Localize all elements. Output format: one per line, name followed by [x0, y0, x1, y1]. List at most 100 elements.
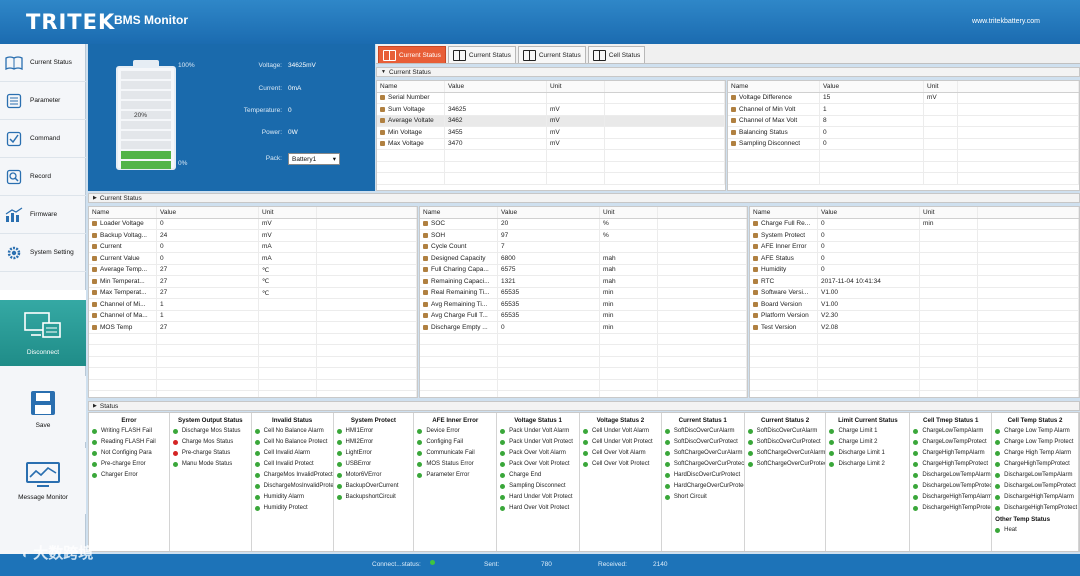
- tab-current-status-1[interactable]: Current Status: [378, 46, 446, 63]
- table-row[interactable]: MOS Temp 27: [89, 322, 417, 334]
- table-row[interactable]: Test Version V2.08: [750, 322, 1079, 334]
- table-row[interactable]: Serial Number: [377, 92, 725, 104]
- column-header[interactable]: Value: [820, 81, 924, 92]
- table-row[interactable]: RTC 2017-11-04 10:41:34: [750, 276, 1079, 288]
- column-header[interactable]: Value: [445, 81, 547, 92]
- table-row[interactable]: Full Charing Capa... 6575 mah: [420, 264, 747, 276]
- column-header[interactable]: Unit: [600, 207, 658, 218]
- sidebar-item-record[interactable]: Record: [0, 158, 86, 196]
- table-row[interactable]: System Protect 0: [750, 230, 1079, 242]
- column-header[interactable]: Name: [89, 207, 157, 218]
- table-row[interactable]: [89, 356, 417, 368]
- sidebar-item-system-setting[interactable]: System Setting: [0, 234, 86, 272]
- pack-select[interactable]: Battery1 ▾: [288, 153, 340, 165]
- column-header[interactable]: Unit: [924, 81, 958, 92]
- table-row[interactable]: Min Voltage 3455 mV: [377, 127, 725, 139]
- section-header-status[interactable]: ▶ Status: [88, 401, 1080, 411]
- table-row[interactable]: [89, 391, 417, 397]
- table-row[interactable]: [750, 379, 1079, 391]
- table-row[interactable]: Current Value 0 mA: [89, 253, 417, 265]
- sidebar-item-parameter[interactable]: Parameter: [0, 82, 86, 120]
- table-row[interactable]: SOC 20%: [420, 218, 747, 230]
- column-header[interactable]: Name: [377, 81, 445, 92]
- table-row[interactable]: Average Temp... 27 ℃: [89, 264, 417, 276]
- table-row[interactable]: Sum Voltage 34625 mV: [377, 104, 725, 116]
- table-row[interactable]: Max Temperat... 27 ℃: [89, 287, 417, 299]
- table-row[interactable]: Channel of Max Volt 8: [728, 115, 1079, 127]
- table-row[interactable]: [377, 161, 725, 173]
- table-row[interactable]: [728, 161, 1079, 173]
- disconnect-button[interactable]: Disconnect: [0, 300, 86, 366]
- table-row[interactable]: Loader Voltage 0 mV: [89, 218, 417, 230]
- column-header[interactable]: Value: [498, 207, 600, 218]
- table-row[interactable]: Max Voltage 3470 mV: [377, 138, 725, 150]
- table-row[interactable]: [420, 368, 747, 380]
- section-header-current-status-top[interactable]: ▼ Current Status: [376, 67, 1080, 77]
- table-row[interactable]: Avg Remaining Ti... 65535 min: [420, 299, 747, 311]
- table-row[interactable]: [377, 173, 725, 185]
- sidebar-item-firmware[interactable]: Firmware: [0, 196, 86, 234]
- table-row[interactable]: Charge Full Re... 0 min: [750, 218, 1079, 230]
- table-row[interactable]: AFE Status 0: [750, 253, 1079, 265]
- table-row[interactable]: Channel of Min Volt 1: [728, 104, 1079, 116]
- message-monitor-button[interactable]: Message Monitor: [0, 448, 86, 514]
- table-row[interactable]: Platform Version V2.30: [750, 310, 1079, 322]
- table-row[interactable]: [89, 379, 417, 391]
- table-row[interactable]: [377, 150, 725, 162]
- table-row[interactable]: Board Version V1.00: [750, 299, 1079, 311]
- table-row[interactable]: [420, 391, 747, 397]
- table-row[interactable]: [420, 356, 747, 368]
- table-row[interactable]: [750, 345, 1079, 357]
- table-row[interactable]: Discharge Empty ... 0 min: [420, 322, 747, 334]
- table-row[interactable]: [89, 333, 417, 345]
- table-row[interactable]: [728, 173, 1079, 185]
- sidebar-item-command[interactable]: Command: [0, 120, 86, 158]
- table-row[interactable]: Avg Charge Full T... 65535 min: [420, 310, 747, 322]
- table-row[interactable]: Designed Capacity 6800 mah: [420, 253, 747, 265]
- tab-current-status-2[interactable]: Current Status: [447, 46, 516, 63]
- column-header[interactable]: Name: [420, 207, 498, 218]
- table-row[interactable]: [750, 356, 1079, 368]
- table-row[interactable]: Channel of Ma... 1: [89, 310, 417, 322]
- save-button[interactable]: Save: [0, 376, 86, 442]
- table-row[interactable]: Min Temperat... 27 ℃: [89, 276, 417, 288]
- table-row[interactable]: [750, 333, 1079, 345]
- table-row[interactable]: Average Voltate 3462 mV: [377, 115, 725, 127]
- table-row[interactable]: Humidity 0: [750, 264, 1079, 276]
- table-row[interactable]: Remaining Capaci... 1321 mah: [420, 276, 747, 288]
- table-row[interactable]: Cycle Count 7: [420, 241, 747, 253]
- table-row[interactable]: [750, 368, 1079, 380]
- table-row[interactable]: [420, 379, 747, 391]
- column-header[interactable]: Value: [157, 207, 259, 218]
- table-row[interactable]: Sampling Disconnect 0: [728, 138, 1079, 150]
- table-row[interactable]: Voltage Difference 15 mV: [728, 92, 1079, 104]
- table-row[interactable]: [750, 391, 1079, 397]
- table-row[interactable]: SOH 97%: [420, 230, 747, 242]
- column-header[interactable]: Name: [728, 81, 820, 92]
- website-link[interactable]: www.tritekbattery.com: [972, 18, 1040, 25]
- column-header[interactable]: Unit: [920, 207, 978, 218]
- tab-current-status-3[interactable]: Current Status: [517, 46, 586, 63]
- sidebar-item-current-status[interactable]: Current Status: [0, 44, 86, 82]
- column-header[interactable]: Unit: [259, 207, 317, 218]
- column-header[interactable]: Unit: [547, 81, 605, 92]
- table-row[interactable]: Current 0 mA: [89, 241, 417, 253]
- table-row[interactable]: [420, 345, 747, 357]
- column-header[interactable]: Name: [750, 207, 818, 218]
- table-row[interactable]: Software Versi... V1.00: [750, 287, 1079, 299]
- table-row[interactable]: Backup Voltag... 24 mV: [89, 230, 417, 242]
- table-row[interactable]: [89, 368, 417, 380]
- table-row[interactable]: [728, 150, 1079, 162]
- received-count: 2140: [653, 561, 668, 568]
- tab-cell-status[interactable]: Cell Status: [587, 46, 646, 63]
- table-row[interactable]: Balancing Status 0: [728, 127, 1079, 139]
- table-row[interactable]: [89, 345, 417, 357]
- table-row[interactable]: Real Remaining Ti... 65535 min: [420, 287, 747, 299]
- table-row[interactable]: Channel of Mi... 1: [89, 299, 417, 311]
- status-dot-icon: [747, 462, 753, 467]
- column-header[interactable]: Value: [818, 207, 920, 218]
- table-row[interactable]: [420, 333, 747, 345]
- section-header-current-status-middle[interactable]: ▶ Current Status: [88, 193, 1080, 203]
- table-row[interactable]: AFE Inner Error 0: [750, 241, 1079, 253]
- status-indicator: Charge Limit 1: [826, 426, 909, 437]
